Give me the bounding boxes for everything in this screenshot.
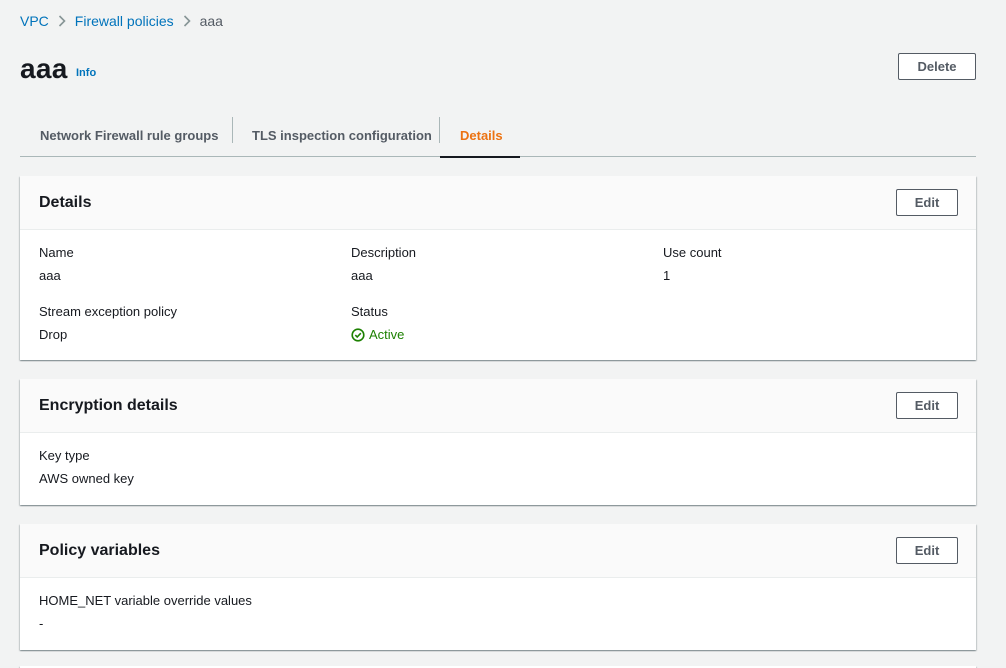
chevron-right-icon [49,15,75,27]
tab-details[interactable]: Details [440,113,520,158]
tab-bar: Network Firewall rule groups TLS inspect… [20,113,976,158]
status-badge: Active [351,327,404,343]
details-header: Details Edit [20,176,976,230]
tab-label: TLS inspection configuration [252,127,432,143]
status-field: Status Active [351,304,663,363]
page: VPC Firewall policies aaa aaa Info Delet… [0,0,1006,668]
breadcrumb-current: aaa [199,13,223,29]
policy-variables-body: HOME_NET variable override values - [20,578,976,652]
status-success-icon [351,328,369,342]
breadcrumb-firewall-policies-link[interactable]: Firewall policies [75,13,174,29]
tab-network-firewall-rule-groups[interactable]: Network Firewall rule groups [20,113,233,157]
stream-exception-policy-field: Stream exception policy Drop [39,304,351,363]
details-body: Name aaa Description aaa Use count 1 Str… [20,230,976,363]
details-edit-button[interactable]: Edit [896,189,958,216]
policy-variables-header: Policy variables Edit [20,524,976,578]
breadcrumb-vpc-link[interactable]: VPC [20,13,49,29]
encryption-edit-button[interactable]: Edit [896,392,958,419]
use-count-field: Use count 1 [663,245,975,304]
page-title: aaa [20,53,68,84]
chevron-right-icon [174,15,200,27]
home-net-field: HOME_NET variable override values - [39,593,957,652]
encryption-details-title: Encryption details [39,396,178,414]
policy-variables-edit-button[interactable]: Edit [896,537,958,564]
key-type-value: AWS owned key [39,471,134,486]
key-type-field: Key type AWS owned key [39,448,957,507]
description-label: Description [351,245,417,260]
details-grid: Name aaa Description aaa Use count 1 Str… [39,245,957,363]
tab-label: Details [460,127,503,143]
home-net-value: - [39,616,44,631]
description-value: aaa [351,268,373,283]
use-count-value: 1 [663,268,671,283]
key-type-label: Key type [39,448,90,463]
name-label: Name [39,245,74,260]
stream-exception-policy-label: Stream exception policy [39,304,178,319]
policy-variables-container: Policy variables Edit HOME_NET variable … [20,524,976,650]
status-text: Active [369,327,405,342]
status-label: Status [351,304,388,319]
tab-label: Network Firewall rule groups [40,127,219,143]
stream-exception-policy-value: Drop [39,327,68,342]
encryption-details-header: Encryption details Edit [20,379,976,433]
delete-button[interactable]: Delete [898,53,976,80]
status-value: Active [351,327,663,346]
name-value: aaa [39,268,61,283]
description-field: Description aaa [351,245,663,304]
details-container: Details Edit Name aaa Description aaa Us… [20,176,976,360]
encryption-details-body: Key type AWS owned key [20,433,976,507]
policy-variables-title: Policy variables [39,541,160,559]
details-title: Details [39,193,92,211]
breadcrumb: VPC Firewall policies aaa [20,13,223,29]
home-net-label: HOME_NET variable override values [39,593,252,608]
encryption-details-container: Encryption details Edit Key type AWS own… [20,379,976,505]
tab-tls-inspection-configuration[interactable]: TLS inspection configuration [233,113,440,157]
use-count-label: Use count [663,245,722,260]
info-link[interactable]: Info [76,67,96,79]
name-field: Name aaa [39,245,351,304]
